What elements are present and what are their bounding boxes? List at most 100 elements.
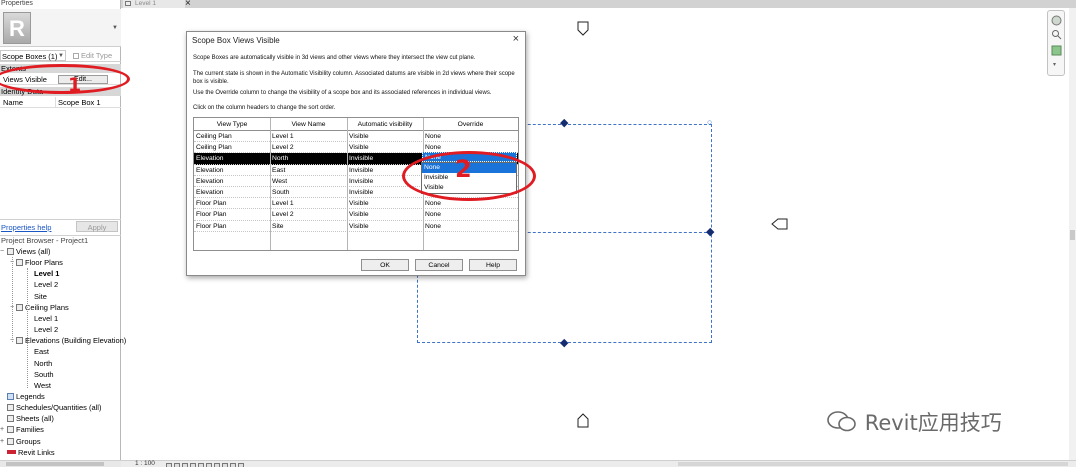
folder-icon [7,426,14,434]
tab-level-1[interactable]: Level 1 [123,0,185,8]
browser-item[interactable]: Ceiling Plans [16,303,69,313]
grid-cell-auto: Visible [349,133,369,140]
browser-item[interactable]: Sheets (all) [7,414,54,424]
folder-icon [7,415,14,423]
browser-item[interactable]: Level 1 [34,314,58,324]
shadows-icon[interactable] [190,463,196,467]
folder-icon [7,437,14,445]
column-divider [270,118,271,250]
view-tab-bar: Level 1 × [121,0,1076,9]
browser-item[interactable]: Floor Plans [16,258,63,268]
expand-icon[interactable]: + [0,437,4,447]
column-header-automatic-visibility[interactable]: Automatic visibility [347,118,423,131]
browser-item[interactable]: Revit Links [7,448,55,458]
horizontal-scrollbar-thumb[interactable] [678,462,1068,466]
view-control-bar: 1 : 100 [121,460,1076,467]
sun-path-icon[interactable] [182,463,188,467]
grid-cell-auto: Visible [349,222,369,230]
grid-cell-name: Level 1 [272,133,294,140]
browser-item[interactable]: Groups [7,437,41,447]
show-crop-icon[interactable] [206,463,212,467]
crop-view-icon[interactable] [198,463,204,467]
chevron-down-icon[interactable]: ▾ [1053,61,1056,68]
properties-help-link[interactable]: Properties help [1,223,51,232]
browser-item[interactable]: East [34,347,49,357]
column-header-override[interactable]: Override [423,118,518,131]
scrollbar-thumb[interactable] [1070,230,1075,240]
close-icon[interactable]: × [513,33,519,45]
cancel-button[interactable]: Cancel [415,259,463,271]
zoom-icon[interactable] [1051,29,1062,40]
detail-level-icon[interactable] [166,463,172,467]
lock-3d-icon[interactable] [214,463,220,467]
close-icon[interactable]: × [185,0,191,9]
drag-handle-icon[interactable]: ◆ [560,118,568,129]
browser-item-label: Schedules/Quantities (all) [16,403,102,413]
grid-row[interactable]: Floor Plan Site Visible None [194,221,518,232]
grid-row[interactable]: Ceiling Plan Level 1 Visible None [194,131,518,143]
browser-item[interactable]: Families [7,425,44,435]
browser-item[interactable]: Views (all) [7,247,50,257]
properties-footer: Properties help Apply [0,219,121,233]
collapse-icon[interactable]: − [0,247,4,257]
apply-button[interactable]: Apply [76,221,118,232]
elevation-marker-north-icon[interactable] [577,21,589,37]
browser-item[interactable]: Schedules/Quantities (all) [7,403,101,413]
column-divider [347,118,348,250]
browser-item[interactable]: Level 1 [34,269,59,279]
analytical-model-icon[interactable] [238,463,244,467]
horizontal-scrollbar[interactable] [0,460,121,467]
browser-item[interactable]: Level 2 [34,325,58,335]
browser-item[interactable]: South [34,370,54,380]
drag-handle-icon[interactable]: ◆ [706,227,714,238]
watermark-label: Revit应用技巧 [864,411,1002,435]
view-control-icons [166,461,296,467]
help-button[interactable]: Help [469,259,517,271]
elevation-marker-south-icon[interactable] [577,412,589,428]
ok-button[interactable]: OK [361,259,409,271]
temporary-hide-icon[interactable] [222,463,228,467]
drag-handle-icon[interactable]: ◆ [560,338,568,349]
revit-logo-icon: R [3,12,31,44]
reveal-hidden-icon[interactable] [230,463,236,467]
browser-item-label: Sheets (all) [16,414,54,424]
browser-item-label: Site [34,291,47,301]
column-header-view-type[interactable]: View Type [194,118,270,131]
browser-item[interactable]: Site [34,292,47,302]
browser-item[interactable]: Elevations (Building Elevation) [16,336,126,346]
folder-icon [7,248,14,255]
grid-row[interactable]: Floor Plan Level 2 Visible None [194,209,518,221]
view-cube-icon[interactable] [1051,15,1062,26]
link-icon [7,449,16,454]
type-selector-row: Scope Boxes (1) ▼ Edit Type [0,49,121,62]
navigation-bar: ▾ [1047,10,1065,76]
grid-cell-override[interactable]: None [424,209,441,220]
expand-icon[interactable]: + [0,425,4,435]
browser-item[interactable]: North [34,359,52,369]
rotate-handle-icon[interactable]: ○ [707,117,712,127]
browser-item[interactable]: Legends [7,392,45,402]
vertical-scrollbar[interactable] [1069,8,1076,460]
browser-item-label: Level 1 [34,313,59,323]
browser-item[interactable]: Level 2 [34,280,58,290]
scrollbar-thumb[interactable] [6,462,104,466]
column-header-view-name[interactable]: View Name [270,118,347,131]
property-value-name[interactable]: Scope Box 1 [55,97,121,108]
chevron-down-icon[interactable]: ▼ [112,25,118,31]
browser-item[interactable]: West [34,381,51,391]
grid-cell-override[interactable]: None [424,221,441,232]
grid-cell-type: Floor Plan [196,211,227,219]
grid-cell-type: Elevation [196,166,224,174]
grid-cell-override[interactable]: None [424,198,441,209]
grid-cell-override[interactable]: None [424,131,441,142]
visual-style-icon[interactable] [174,463,180,467]
browser-item-label: Level 1 [34,269,60,279]
tree-connector [27,268,28,388]
edit-type-button[interactable]: Edit Type [70,50,120,61]
scale-indicator[interactable]: 1 : 100 [135,460,155,467]
elevation-marker-east-icon[interactable] [770,218,788,230]
grid-cell-name: Level 2 [272,144,294,152]
browser-item-label: Families [16,425,44,435]
type-selector-dropdown[interactable]: Scope Boxes (1) ▼ [0,50,66,61]
steering-wheel-icon[interactable] [1051,45,1062,56]
